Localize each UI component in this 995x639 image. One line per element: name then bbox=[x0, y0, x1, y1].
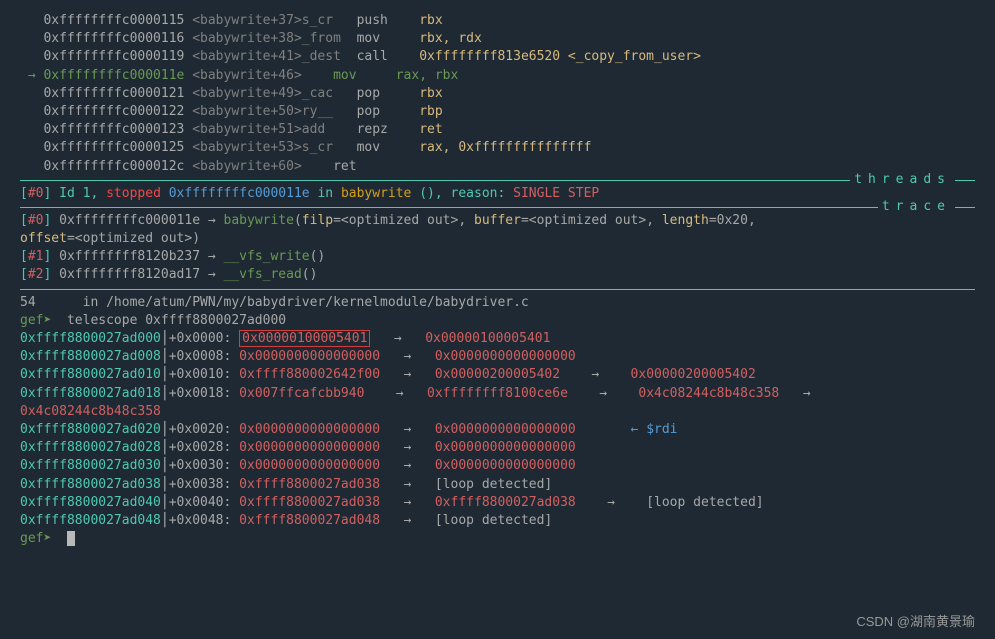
asm-addr: 0xffffffffc0000115 bbox=[43, 13, 184, 28]
threads-section: threads [#0] Id 1, stopped 0xffffffffc00… bbox=[20, 180, 975, 203]
threads-label: threads bbox=[850, 171, 955, 189]
trace-label: trace bbox=[878, 198, 955, 216]
source-section: 54 in /home/atum/PWN/my/babydriver/kerne… bbox=[20, 289, 975, 549]
gef-prompt[interactable]: gef➤ bbox=[20, 313, 51, 328]
register-pointer: ← $rdi bbox=[631, 422, 678, 437]
gef-command: telescope 0xffff8800027ad000 bbox=[67, 313, 286, 328]
current-line-arrow: → bbox=[20, 68, 43, 83]
gef-prompt-2[interactable]: gef➤ bbox=[20, 531, 51, 546]
watermark: CSDN @湖南黄景瑜 bbox=[856, 613, 975, 631]
trace-section: trace [#0] 0xffffffffc000011e → babywrit… bbox=[20, 207, 975, 285]
disassembly-section: 0xffffffffc0000115 <babywrite+37>s_cr pu… bbox=[20, 12, 975, 176]
asm-sym: <babywrite+37> bbox=[192, 13, 302, 28]
terminal-window: 0xffffffffc0000115 <babywrite+37>s_cr pu… bbox=[0, 0, 995, 560]
highlighted-value: 0x00000100005401 bbox=[239, 330, 370, 347]
cursor[interactable] bbox=[67, 531, 75, 546]
